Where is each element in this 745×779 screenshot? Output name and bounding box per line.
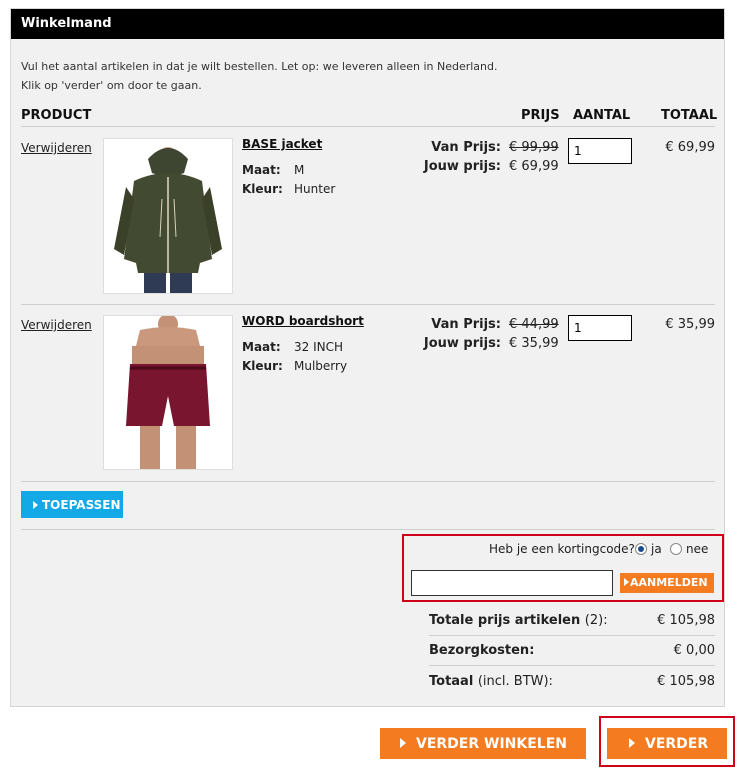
divider bbox=[21, 481, 715, 482]
discount-yes-label: ja bbox=[651, 542, 662, 556]
items-total-value: € 105,98 bbox=[657, 613, 715, 628]
product-size: Maat: 32 INCH bbox=[242, 340, 344, 354]
discount-question: Heb je een kortingcode? bbox=[489, 542, 635, 556]
remove-item-link[interactable]: Verwijderen bbox=[21, 318, 92, 332]
shipping-label: Bezorgkosten: bbox=[429, 643, 535, 658]
play-icon bbox=[400, 738, 406, 748]
product-size: Maat: M bbox=[242, 163, 305, 177]
product-image-boardshort[interactable] bbox=[103, 314, 233, 470]
line-total: € 35,99 bbox=[665, 317, 715, 332]
column-header-totaal: TOTAAL bbox=[661, 108, 718, 123]
continue-shopping-button[interactable]: VERDER WINKELEN bbox=[380, 728, 586, 759]
remove-item-link[interactable]: Verwijderen bbox=[21, 141, 92, 155]
from-price-label: Van Prijs: bbox=[431, 140, 501, 155]
product-name-link[interactable]: BASE jacket bbox=[242, 137, 322, 151]
jacket-image bbox=[104, 139, 232, 293]
discount-no-radio[interactable] bbox=[670, 543, 682, 555]
quantity-input[interactable] bbox=[568, 138, 632, 164]
from-price-label: Van Prijs: bbox=[431, 317, 501, 332]
discount-submit-button[interactable]: AANMELDEN bbox=[620, 573, 714, 593]
divider bbox=[429, 635, 715, 636]
your-price-label: Jouw prijs: bbox=[423, 159, 501, 174]
your-price: € 69,99 bbox=[509, 159, 559, 174]
play-icon bbox=[629, 738, 635, 748]
grand-total-value: € 105,98 bbox=[657, 674, 715, 689]
shipping-value: € 0,00 bbox=[673, 643, 715, 658]
your-price: € 35,99 bbox=[509, 336, 559, 351]
boardshort-image bbox=[104, 314, 232, 469]
from-price: € 99,99 bbox=[509, 140, 559, 155]
intro-text: Vul het aantal artikelen in dat je wilt … bbox=[21, 60, 498, 92]
column-header-prijs: PRIJS bbox=[521, 108, 560, 123]
product-image-jacket[interactable] bbox=[103, 138, 233, 294]
your-price-label: Jouw prijs: bbox=[423, 336, 501, 351]
divider bbox=[21, 304, 715, 305]
from-price: € 44,99 bbox=[509, 317, 559, 332]
product-color: Kleur: Hunter bbox=[242, 182, 336, 196]
page-title: Winkelmand bbox=[11, 9, 724, 39]
divider bbox=[429, 665, 715, 666]
discount-code-input[interactable] bbox=[411, 570, 613, 596]
apply-button[interactable]: TOEPASSEN bbox=[21, 491, 123, 518]
product-color: Kleur: Mulberry bbox=[242, 359, 348, 373]
line-total: € 69,99 bbox=[665, 140, 715, 155]
column-header-aantal: AANTAL bbox=[573, 108, 631, 123]
play-icon bbox=[624, 578, 629, 586]
divider bbox=[21, 126, 715, 127]
quantity-input[interactable] bbox=[568, 315, 632, 341]
next-button[interactable]: VERDER bbox=[607, 728, 727, 759]
divider bbox=[21, 529, 715, 530]
product-name-link[interactable]: WORD boardshort bbox=[242, 314, 364, 328]
items-total-label: Totale prijs artikelen (2): bbox=[429, 613, 608, 628]
discount-no-label: nee bbox=[686, 542, 709, 556]
cart-panel: Winkelmand Vul het aantal artikelen in d… bbox=[10, 8, 725, 707]
discount-yes-radio[interactable] bbox=[635, 543, 647, 555]
column-header-product: PRODUCT bbox=[21, 108, 92, 123]
grand-total-label: Totaal (incl. BTW): bbox=[429, 674, 553, 689]
play-icon bbox=[33, 501, 38, 509]
